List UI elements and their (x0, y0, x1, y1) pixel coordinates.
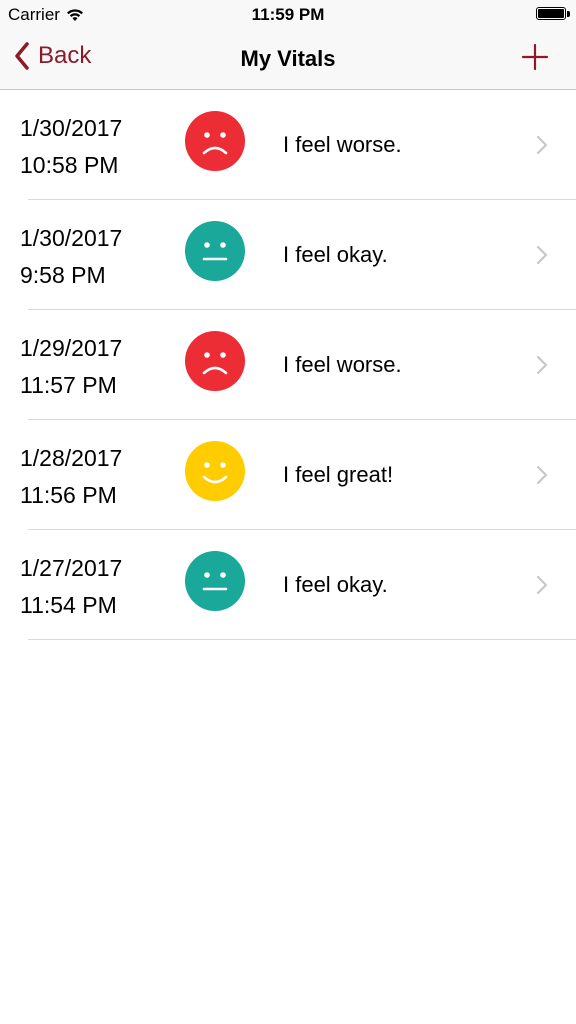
neutral-face-icon (185, 221, 245, 281)
mood-label: I feel worse. (283, 132, 402, 157)
sad-face-icon (185, 111, 245, 171)
mood-label: I feel okay. (283, 242, 388, 267)
entry-date: 1/28/2017 (20, 445, 123, 471)
battery-tip (567, 11, 570, 17)
list-item[interactable]: 1/30/2017 9:58 PM I feel okay. (0, 200, 576, 310)
entry-date: 1/30/2017 (20, 225, 123, 251)
entry-time: 11:57 PM (20, 372, 117, 398)
navigation-bar: Back My Vitals (0, 30, 576, 90)
entry-datetime: 1/29/2017 11:57 PM (20, 330, 122, 404)
list-item[interactable]: 1/30/2017 10:58 PM I feel worse. (0, 90, 576, 200)
status-bar: Carrier 11:59 PM (0, 0, 576, 30)
entry-date: 1/29/2017 (20, 335, 123, 361)
vitals-list: 1/30/2017 10:58 PM I feel worse. 1/30/2017 9… (0, 90, 576, 640)
chevron-right-icon (536, 245, 548, 265)
mood-label: I feel worse. (283, 352, 402, 377)
battery-icon (536, 7, 566, 20)
mood-label: I feel okay. (283, 572, 388, 597)
entry-date: 1/27/2017 (20, 555, 123, 581)
entry-datetime: 1/27/2017 11:54 PM (20, 550, 122, 624)
entry-time: 9:58 PM (20, 262, 106, 288)
sad-face-icon (185, 331, 245, 391)
chevron-right-icon (536, 135, 548, 155)
list-item[interactable]: 1/27/2017 11:54 PM I feel okay. (0, 530, 576, 640)
chevron-right-icon (536, 575, 548, 595)
chevron-right-icon (536, 465, 548, 485)
list-item[interactable]: 1/29/2017 11:57 PM I feel worse. (0, 310, 576, 420)
entry-datetime: 1/30/2017 10:58 PM (20, 110, 122, 184)
entry-datetime: 1/30/2017 9:58 PM (20, 220, 122, 294)
entry-date: 1/30/2017 (20, 115, 123, 141)
neutral-face-icon (185, 551, 245, 611)
add-icon[interactable] (520, 42, 550, 72)
happy-face-icon (185, 441, 245, 501)
entry-datetime: 1/28/2017 11:56 PM (20, 440, 122, 514)
mood-label: I feel great! (283, 462, 394, 487)
entry-time: 11:54 PM (20, 592, 117, 618)
entry-time: 10:58 PM (20, 152, 119, 178)
chevron-right-icon (536, 355, 548, 375)
status-time: 11:59 PM (251, 5, 325, 24)
page-title: My Vitals (240, 46, 336, 71)
entry-time: 11:56 PM (20, 482, 117, 508)
list-item[interactable]: 1/28/2017 11:56 PM I feel great! (0, 420, 576, 530)
